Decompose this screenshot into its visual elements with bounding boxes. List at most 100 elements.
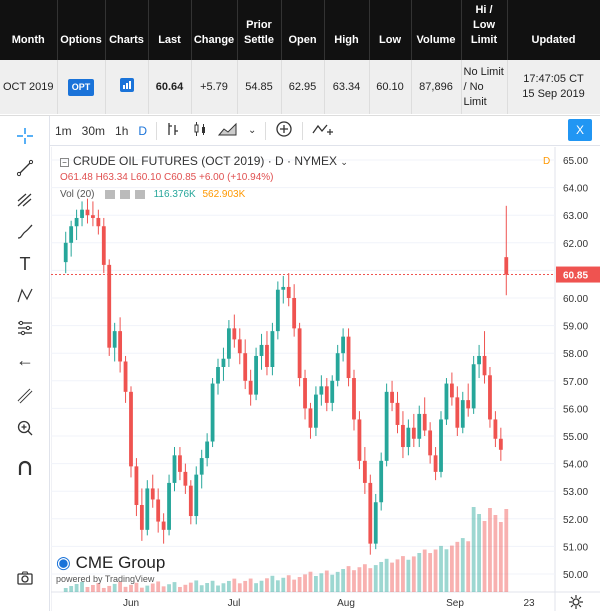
interval-1h[interactable]: 1h [110,124,133,138]
compare-icon[interactable] [161,121,187,140]
candle-body [145,488,150,530]
zoom-in-icon[interactable] [13,416,37,440]
candle [194,466,199,525]
candles-icon[interactable] [187,121,213,140]
price-tick-label: 56.00 [563,404,588,415]
collapse-icon[interactable]: − [60,158,69,167]
back-arrow-icon[interactable]: ← [13,348,37,372]
chevron-down-icon[interactable]: ⌄ [340,157,348,167]
volume-bar [341,569,346,592]
price-tick-label: 50.00 [563,570,588,581]
candle [275,281,280,340]
close-icon[interactable] [134,189,145,199]
candle-body [324,386,329,403]
pattern-icon[interactable] [13,284,37,308]
candle-body [216,367,220,384]
volume-bar [411,556,416,592]
volume-bar [330,574,335,592]
volume-bar [145,585,150,592]
volume-bar [471,507,476,592]
settings-icon[interactable] [120,189,131,199]
chevron-down-icon[interactable]: ⌄ [243,125,261,136]
candle-body [270,331,275,367]
candle [101,217,106,274]
volume-bar [134,582,139,592]
interval-30m[interactable]: 30m [77,124,110,138]
volume-bar [129,584,133,592]
brush-icon[interactable] [13,220,37,244]
volume-bar [428,553,433,592]
volume-bar [352,570,356,592]
bar-chart-icon[interactable] [119,77,134,92]
volume-bar [357,567,362,592]
candle-body [303,378,307,409]
candle-body [63,242,68,263]
volume-bar [493,515,498,592]
close-chart-button[interactable]: X [568,119,592,141]
candle-body [139,505,144,530]
price-chart[interactable]: 65.0064.0063.0062.0061.0060.0059.0058.00… [51,147,600,611]
candle [80,201,84,227]
volume-bar [183,584,188,592]
symbol-title[interactable]: − CRUDE OIL FUTURES (OCT 2019) · D · NYME… [60,154,348,168]
candle [471,355,476,414]
candle [107,259,112,356]
candle [205,433,210,467]
candle [455,386,460,436]
prediction-icon[interactable] [13,316,37,340]
cell-volume: 87,896 [411,60,462,114]
volume-legend: Vol (20) 116.376K 562.903K [60,189,348,200]
eye-icon[interactable] [105,189,116,199]
candle [85,198,90,224]
volume-bar [194,580,199,592]
settings-icon[interactable] [569,595,583,609]
trend-line-icon[interactable] [13,156,37,180]
volume-bar [172,582,177,592]
candle [482,331,487,384]
candle [69,220,74,257]
fib-retracement-icon[interactable] [13,188,37,212]
magnet-icon[interactable] [13,456,37,480]
candle [368,474,373,555]
volume-bar [232,578,237,592]
candle-body [482,355,487,376]
area-chart-icon[interactable] [213,121,243,140]
candle-body [314,394,318,428]
volume-bar [226,580,231,592]
candle [439,411,443,478]
candle [74,209,79,241]
cell-month: OCT 2019 [0,60,58,114]
indicators-icon[interactable] [307,121,339,140]
last-price-label: 60.85 [563,271,588,282]
add-indicator-icon[interactable] [270,120,298,141]
crosshair-icon[interactable] [13,124,37,148]
candle [123,355,128,403]
volume-bar [63,588,68,592]
interval-1m[interactable]: 1m [50,124,77,138]
candle [314,386,318,436]
options-button[interactable]: OPT [67,78,95,96]
volume-bar [504,509,509,592]
volume-bar [243,580,248,592]
ruler-icon[interactable] [13,384,37,408]
candle [226,320,231,367]
candle-body [107,264,112,348]
candle [449,372,454,406]
candle-body [417,413,422,439]
candle-body [319,386,324,395]
camera-icon[interactable] [13,566,37,590]
volume-bar [275,580,280,592]
price-tick-label: 62.00 [563,239,588,250]
text-tool-icon[interactable]: T [13,252,37,276]
candle [161,513,166,544]
volume-bar [156,581,161,592]
time-tick-label: Jul [228,598,241,609]
candle-body [167,482,171,530]
volume-bar [379,561,384,592]
price-tick-label: 55.00 [563,432,588,443]
symbol-title-text: CRUDE OIL FUTURES (OCT 2019) · D · NYMEX [73,154,338,168]
header-last: Last [148,0,192,60]
candle [466,383,471,417]
interval-d[interactable]: D [133,124,152,138]
candle-body [444,383,449,420]
